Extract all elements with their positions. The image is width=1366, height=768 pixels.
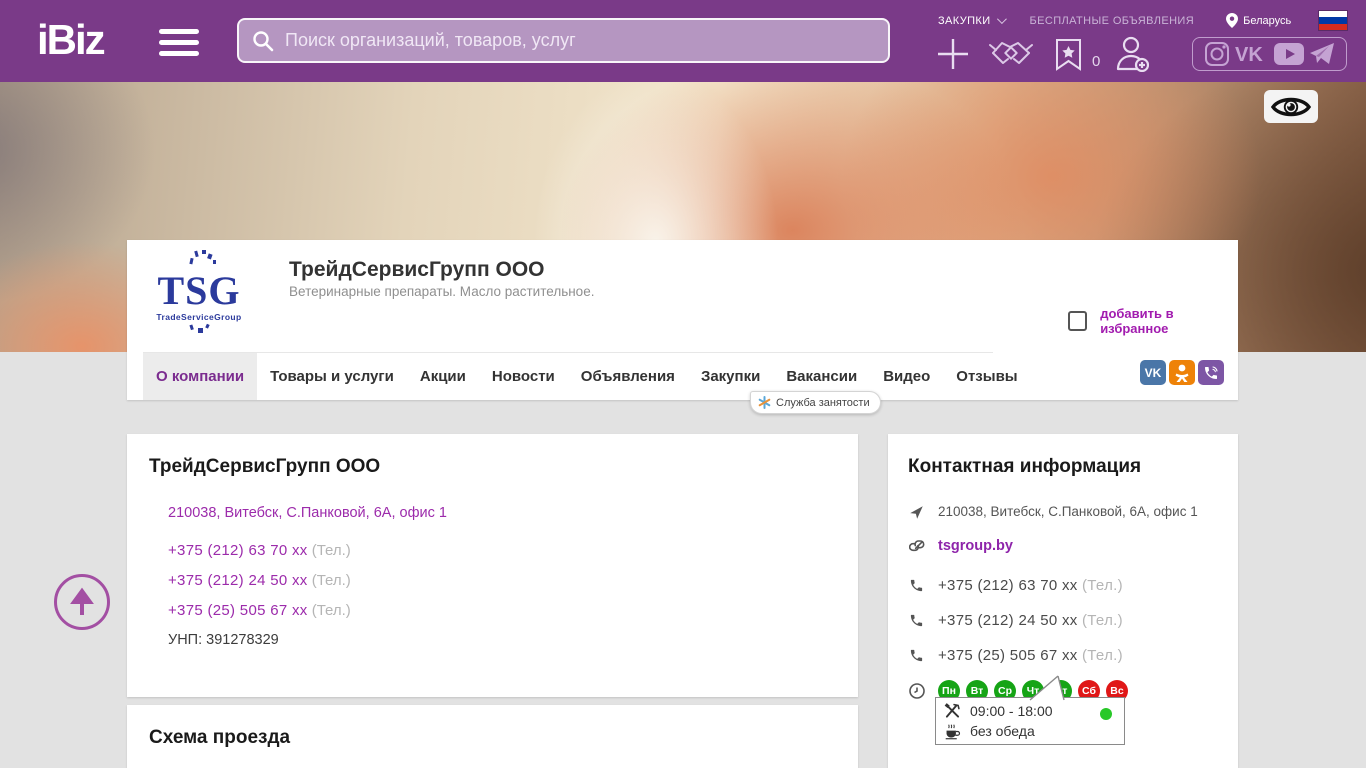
language-flag-ru[interactable] — [1318, 10, 1348, 31]
favorite-label: добавить в избранное — [1100, 306, 1174, 336]
phone-link[interactable]: +375 (212) 24 50 xx — [938, 612, 1078, 629]
instagram-icon[interactable] — [1204, 41, 1230, 67]
contact-phone-row: +375 (25) 505 67 xx (Тел.) — [908, 647, 1218, 664]
accessibility-eye-icon[interactable] — [1264, 90, 1318, 123]
link-icon — [908, 540, 924, 552]
add-company-icon[interactable] — [930, 37, 976, 71]
tab-promos[interactable]: Акции — [407, 353, 479, 400]
tab-video[interactable]: Видео — [870, 353, 943, 400]
phone-icon — [910, 579, 923, 592]
schedule-popup: 09:00 - 18:00 без обеда — [935, 697, 1125, 745]
free-ads-link[interactable]: БЕСПЛАТНЫЕ ОБЪЯВЛЕНИЯ — [1030, 15, 1195, 27]
contact-phone-row: +375 (212) 63 70 xx (Тел.) — [908, 577, 1218, 594]
odnoklassniki-icon[interactable] — [1169, 360, 1195, 385]
chevron-down-icon — [996, 14, 1007, 25]
work-hours-icon — [944, 703, 960, 718]
tab-products[interactable]: Товары и услуги — [257, 353, 407, 400]
contact-info-card: Контактная информация 210038, Витебск, С… — [888, 434, 1238, 768]
work-hours: 09:00 - 18:00 — [970, 703, 1053, 719]
phone-link[interactable]: +375 (25) 505 67 xx — [168, 602, 308, 619]
search-bar — [237, 18, 890, 63]
svg-text:VK: VK — [1235, 44, 1263, 65]
arrow-up-icon — [70, 587, 94, 615]
tab-news[interactable]: Новости — [479, 353, 568, 400]
location-pin-icon — [1226, 13, 1239, 28]
phone-row: +375 (25) 505 67 xx (Тел.) — [168, 602, 351, 619]
vk-icon[interactable]: VK — [1235, 43, 1269, 65]
unp-number: УНП: 391278329 — [168, 632, 279, 648]
header-actions: 0 — [930, 36, 1164, 72]
map-title: Схема проезда — [149, 727, 291, 748]
website-link[interactable]: tsgroup.by — [938, 538, 1013, 554]
contacts-title: Контактная информация — [908, 456, 1142, 477]
employment-service-icon — [758, 396, 771, 409]
schedule-pointer — [1029, 675, 1065, 701]
add-to-favorites[interactable]: добавить в избранное — [1068, 306, 1238, 336]
header: iBiz ЗАКУПКИ БЕСПЛАТНЫЕ ОБЪЯВЛЕНИЯ Белар… — [0, 0, 1366, 82]
youtube-icon[interactable] — [1274, 43, 1305, 65]
lunch-info: без обеда — [970, 723, 1035, 739]
handshake-icon[interactable] — [976, 37, 1046, 71]
phone-link[interactable]: +375 (212) 63 70 xx — [168, 542, 308, 559]
search-icon — [253, 30, 274, 51]
navigation-arrow-icon — [910, 506, 923, 519]
contact-phone-row: +375 (212) 24 50 xx (Тел.) — [908, 612, 1218, 629]
country-selector[interactable]: Беларусь — [1226, 13, 1291, 28]
website-row: tsgroup.by — [908, 538, 1218, 555]
search-input[interactable] — [285, 30, 876, 51]
user-account-icon[interactable] — [1100, 36, 1164, 72]
phone-link[interactable]: +375 (212) 63 70 xx — [938, 577, 1078, 594]
company-header-card: TSG TradeServiceGroup ТрейдСервисГрупп О… — [127, 240, 1238, 400]
tab-ads[interactable]: Объявления — [568, 353, 688, 400]
header-links: ЗАКУПКИ БЕСПЛАТНЫЕ ОБЪЯВЛЕНИЯ Беларусь — [938, 13, 1291, 28]
company-social-links: VK — [1137, 360, 1224, 385]
favorites-count: 0 — [1092, 52, 1101, 70]
map-card: Схема проезда — [127, 705, 858, 768]
company-description: Ветеринарные препараты. Масло растительн… — [289, 284, 595, 299]
phone-row: +375 (212) 63 70 xx (Тел.) — [168, 542, 351, 559]
favorite-checkbox[interactable] — [1068, 311, 1088, 331]
vk-share-icon[interactable]: VK — [1140, 360, 1166, 385]
phone-row: +375 (212) 24 50 xx (Тел.) — [168, 572, 351, 589]
clock-icon — [908, 683, 925, 699]
lunch-cup-icon — [945, 723, 961, 739]
site-logo[interactable]: iBiz — [37, 16, 106, 64]
phone-link[interactable]: +375 (212) 24 50 xx — [168, 572, 308, 589]
about-card: ТрейдСервисГрупп ООО 210038, Витебск, С.… — [127, 434, 858, 697]
header-social-links: VK — [1192, 37, 1347, 71]
contact-address: 210038, Витебск, С.Панковой, 6А, офис 1 — [938, 504, 1198, 519]
tab-reviews[interactable]: Отзывы — [943, 353, 1030, 400]
company-logo: TSG TradeServiceGroup — [143, 250, 255, 348]
telegram-icon[interactable] — [1309, 42, 1335, 66]
tab-about[interactable]: О компании — [143, 353, 258, 400]
employment-service-tooltip: Служба занятости — [750, 391, 881, 414]
contact-address-row: 210038, Витебск, С.Панковой, 6А, офис 1 — [908, 504, 1218, 520]
country-label: Беларусь — [1243, 14, 1292, 27]
about-title: ТрейдСервисГрупп ООО — [149, 456, 381, 477]
phone-icon — [910, 614, 923, 627]
company-name: ТрейдСервисГрупп ООО — [289, 258, 545, 281]
zakupki-link[interactable]: ЗАКУПКИ — [938, 15, 991, 27]
phone-link[interactable]: +375 (25) 505 67 xx — [938, 647, 1078, 664]
scroll-to-top-button[interactable] — [54, 574, 110, 630]
phone-icon — [910, 649, 923, 662]
open-now-indicator — [1100, 708, 1112, 720]
company-address-link[interactable]: 210038, Витебск, С.Панковой, 6А, офис 1 — [168, 505, 447, 521]
menu-icon[interactable] — [159, 29, 199, 57]
favorites-bookmark-icon[interactable] — [1046, 38, 1090, 71]
viber-icon[interactable] — [1198, 360, 1224, 385]
